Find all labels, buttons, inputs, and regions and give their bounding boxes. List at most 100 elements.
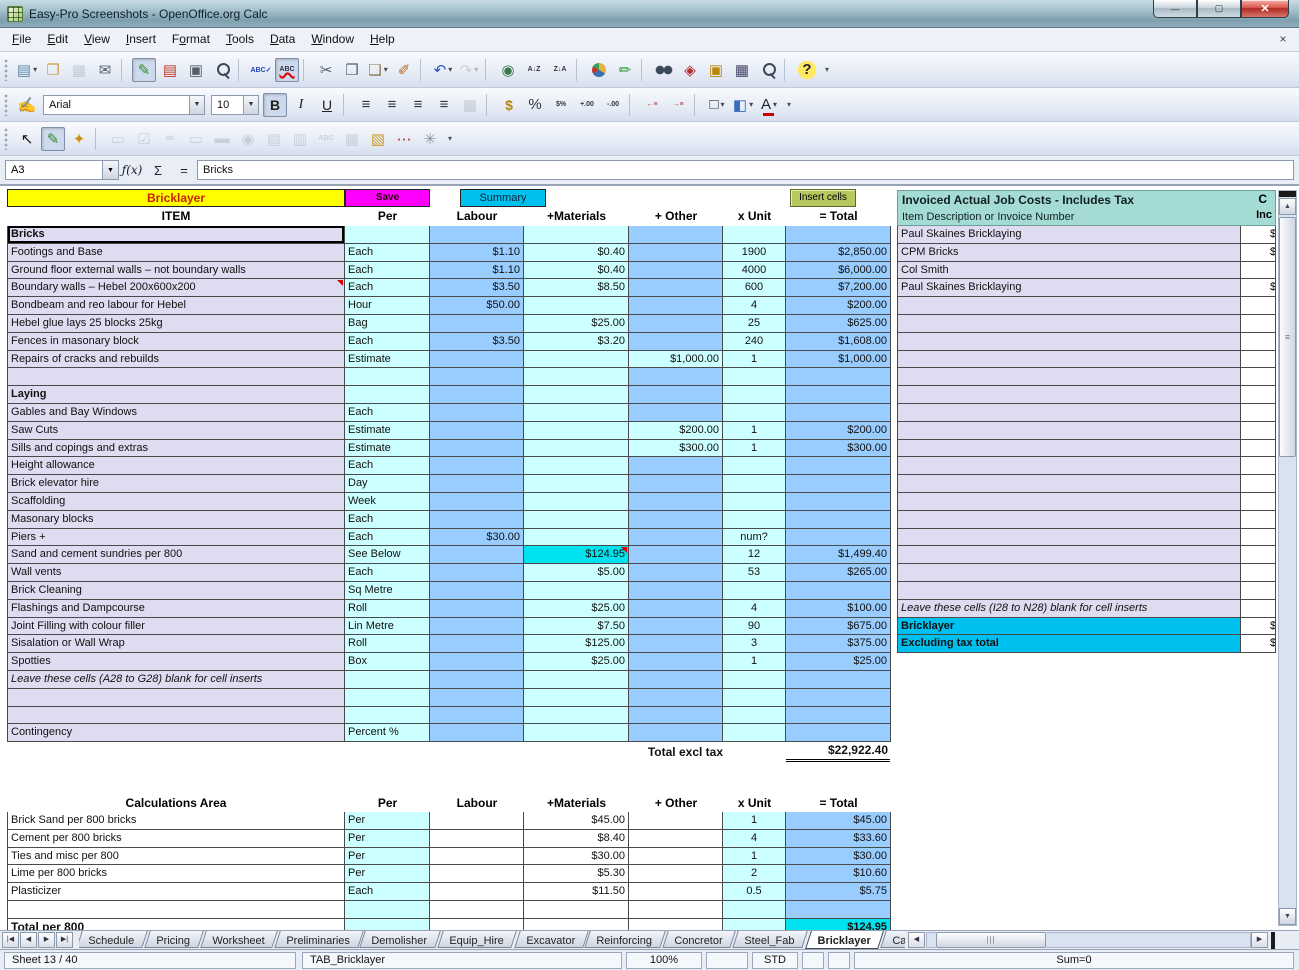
cell-unit[interactable]: 1 <box>723 848 786 866</box>
cell-amount[interactable] <box>1241 333 1276 351</box>
cell-per[interactable]: Percent % <box>345 724 430 742</box>
sheet-tab[interactable]: Steel_Fab <box>733 931 809 948</box>
paste-icon[interactable]: ❑ <box>366 58 390 82</box>
cell-unit[interactable]: 53 <box>723 564 786 582</box>
scrollbar-thumb[interactable]: ≡ <box>1279 217 1296 457</box>
align-left-button[interactable]: ≡ <box>354 93 378 117</box>
cell-per[interactable]: Roll <box>345 635 430 653</box>
open-icon[interactable]: ❒ <box>41 58 65 82</box>
cell-labour[interactable] <box>430 812 524 830</box>
cell-item[interactable]: Footings and Base <box>7 244 345 262</box>
cell-description[interactable]: Bricklayer <box>897 618 1241 636</box>
function-wizard-icon[interactable]: ƒ(x) <box>119 163 145 177</box>
cell-description[interactable]: Paul Skaines Bricklaying <box>897 279 1241 297</box>
sort-descending-icon[interactable]: Z↓A <box>548 58 572 82</box>
cell-labour[interactable] <box>430 848 524 866</box>
cell-item[interactable]: Saw Cuts <box>7 422 345 440</box>
cell-other[interactable] <box>629 493 723 511</box>
more-controls-icon[interactable]: ▦ <box>340 127 364 151</box>
formula-input[interactable] <box>197 160 1294 180</box>
cell-total[interactable] <box>786 404 891 422</box>
cell-materials[interactable] <box>524 724 629 742</box>
cell-other[interactable] <box>629 297 723 315</box>
cell-per[interactable]: Each <box>345 404 430 422</box>
cell-amount[interactable] <box>1241 546 1276 564</box>
cell-amount[interactable] <box>1241 582 1276 600</box>
menu-edit[interactable]: Edit <box>39 28 76 51</box>
standard-format-button[interactable]: $% <box>549 93 573 117</box>
cell-total[interactable]: $1,608.00 <box>786 333 891 351</box>
list-box-icon[interactable]: ▤ <box>262 127 286 151</box>
cell-per[interactable] <box>345 919 430 930</box>
cell-amount[interactable] <box>1241 386 1276 404</box>
sheet-tab[interactable]: Bricklayer <box>805 931 884 949</box>
cell-description[interactable] <box>897 351 1241 369</box>
status-modified-flag[interactable] <box>802 952 824 969</box>
help-icon[interactable]: ? <box>795 58 819 82</box>
cell-per[interactable]: Estimate <box>345 440 430 458</box>
cell-description[interactable]: Paul Skaines Bricklaying <box>897 226 1241 244</box>
gallery-icon[interactable]: ▣ <box>704 58 728 82</box>
cell-other[interactable] <box>629 226 723 244</box>
close-document-icon[interactable]: × <box>1275 32 1291 46</box>
cell-labour[interactable] <box>430 440 524 458</box>
cell-other[interactable] <box>629 457 723 475</box>
cell-amount[interactable]: $ <box>1241 279 1276 297</box>
cell-item[interactable]: Sand and cement sundries per 800 <box>7 546 345 564</box>
font-name-combo[interactable]: Arial ▼ <box>43 95 205 115</box>
zoom-icon[interactable] <box>756 58 780 82</box>
borders-button[interactable]: □ <box>705 93 729 117</box>
cell-total[interactable]: $7,200.00 <box>786 279 891 297</box>
total-excl-tax-value[interactable]: $22,922.40 <box>786 742 890 762</box>
cell-materials[interactable] <box>524 297 629 315</box>
select-pointer-icon[interactable]: ↖ <box>15 127 39 151</box>
push-button-icon[interactable]: ▬ <box>210 127 234 151</box>
cell-labour[interactable] <box>430 386 524 404</box>
maximize-button[interactable]: ▢ <box>1197 0 1241 18</box>
cell-amount[interactable] <box>1241 404 1276 422</box>
cell-other[interactable] <box>629 919 723 930</box>
sheet-tab[interactable]: Concretor <box>662 931 736 948</box>
cell-item[interactable]: Brick Cleaning <box>7 582 345 600</box>
cell-item[interactable]: Flashings and Dampcourse <box>7 600 345 618</box>
percent-format-button[interactable]: % <box>523 93 547 117</box>
cell-per[interactable]: Each <box>345 262 430 280</box>
cell-materials[interactable]: $25.00 <box>524 653 629 671</box>
cell-unit[interactable]: 90 <box>723 618 786 636</box>
cell-per[interactable]: Estimate <box>345 422 430 440</box>
add-decimal-button[interactable]: +.00 <box>575 93 599 117</box>
cell-total[interactable] <box>786 475 891 493</box>
cell-materials[interactable]: $8.50 <box>524 279 629 297</box>
cell-item[interactable]: Repairs of cracks and rebuilds <box>7 351 345 369</box>
redo-icon[interactable]: ↷ <box>457 58 481 82</box>
cell-other[interactable] <box>629 865 723 883</box>
cell-materials[interactable] <box>524 511 629 529</box>
cell-materials[interactable]: $5.30 <box>524 865 629 883</box>
cell-amount[interactable] <box>1241 529 1276 547</box>
scroll-left-icon[interactable]: ◀ <box>908 932 925 948</box>
cell-amount[interactable] <box>1241 262 1276 280</box>
split-handle[interactable] <box>1271 932 1275 949</box>
vertical-scrollbar[interactable]: ▲ ≡ ▼ <box>1278 190 1297 926</box>
cell-unit[interactable] <box>723 707 786 725</box>
toolbar-options-icon[interactable]: ▾ <box>783 93 795 117</box>
cell-total[interactable]: $1,499.40 <box>786 546 891 564</box>
cell-other[interactable] <box>629 333 723 351</box>
cell-other[interactable] <box>629 901 723 919</box>
cell-description[interactable] <box>897 404 1241 422</box>
cell-unit[interactable] <box>723 386 786 404</box>
cell-unit[interactable]: 1 <box>723 653 786 671</box>
cell-amount[interactable] <box>1241 457 1276 475</box>
cell-per[interactable] <box>345 901 430 919</box>
cell-total[interactable]: $45.00 <box>786 812 891 830</box>
first-sheet-button[interactable]: |◀ <box>2 932 19 948</box>
cell-unit[interactable]: 25 <box>723 315 786 333</box>
cell-amount[interactable] <box>1241 351 1276 369</box>
next-sheet-button[interactable]: ▶ <box>38 932 55 948</box>
cell-labour[interactable] <box>430 582 524 600</box>
cell-unit[interactable]: 0.5 <box>723 883 786 901</box>
cell-total[interactable] <box>786 901 891 919</box>
sum-icon[interactable]: Σ <box>145 163 171 178</box>
cell-labour[interactable] <box>430 475 524 493</box>
cell-description[interactable]: CPM Bricks <box>897 244 1241 262</box>
